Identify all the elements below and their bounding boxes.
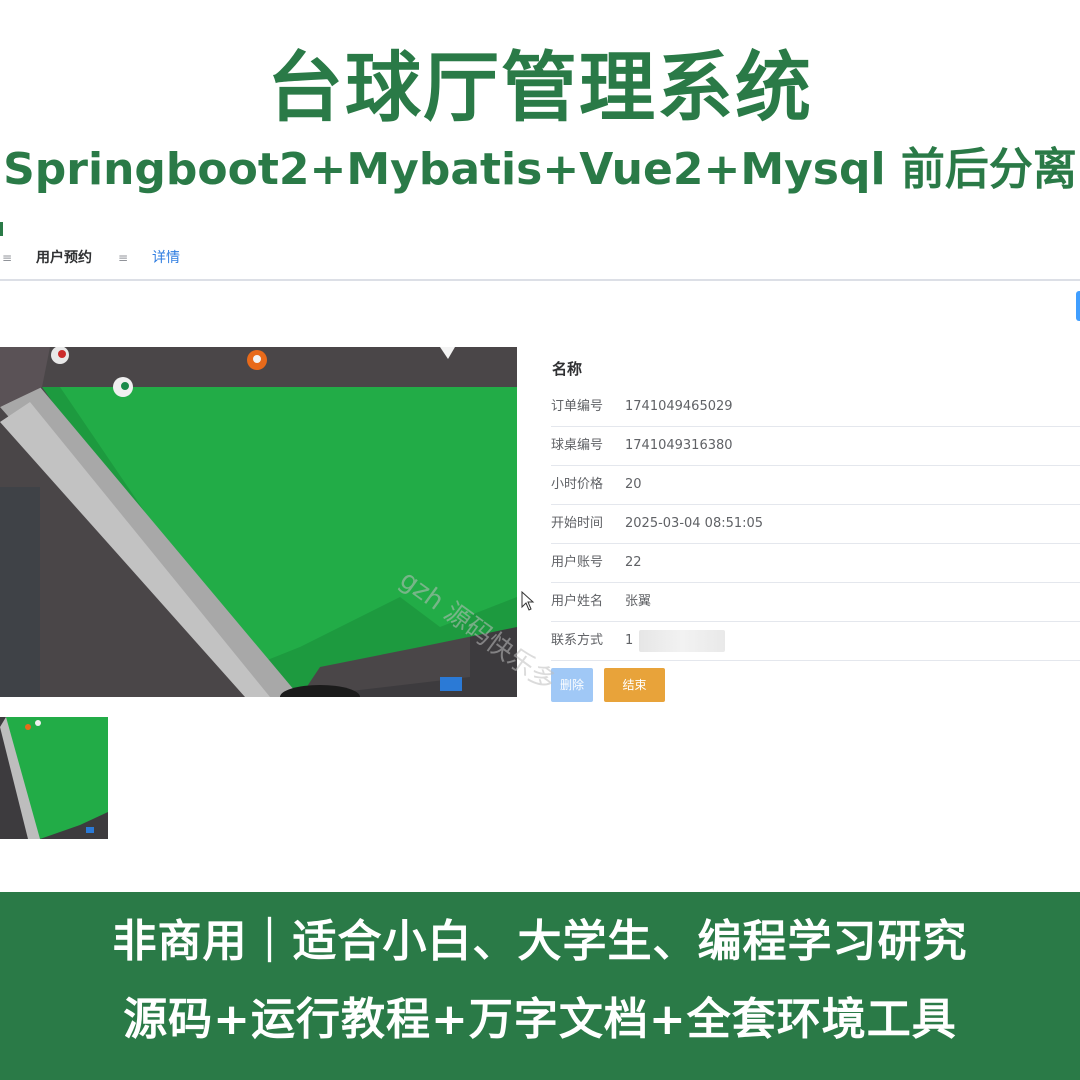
row-label: 球桌编号 <box>551 438 604 453</box>
row-label: 订单编号 <box>551 399 604 414</box>
accent-bar <box>0 222 3 236</box>
detail-row-table-no: 球桌编号 1741049316380 <box>551 427 1080 466</box>
detail-row-contact: 联系方式 1 <box>551 622 1080 661</box>
row-value: 2025-03-04 08:51:05 <box>625 516 764 531</box>
back-button[interactable] <box>1076 291 1080 321</box>
row-value: 1741049316380 <box>625 438 733 453</box>
footer-line-2: 源码+运行教程+万字文档+全套环境工具 <box>123 994 957 1045</box>
row-label: 用户姓名 <box>551 594 604 609</box>
detail-row-user-name: 用户姓名 张翼 <box>551 583 1080 622</box>
detail-panel: 名称 订单编号 1741049465029 球桌编号 1741049316380… <box>551 350 1080 661</box>
menu-handle-icon: ≡ <box>118 251 129 265</box>
table-thumbnail[interactable] <box>0 717 108 839</box>
row-label: 用户账号 <box>551 555 604 570</box>
row-label: 小时价格 <box>551 477 604 492</box>
table-photo <box>0 347 517 697</box>
row-value: 20 <box>625 477 642 492</box>
row-value: 22 <box>625 555 642 570</box>
row-value: 张翼 <box>625 594 652 609</box>
finish-button[interactable]: 结束 <box>604 668 665 702</box>
row-value: 1 <box>625 622 726 660</box>
footer-banner: 非商用｜适合小白、大学生、编程学习研究 源码+运行教程+万字文档+全套环境工具 <box>0 892 1080 1080</box>
tab-details[interactable]: 详情 <box>152 237 180 279</box>
tab-user-reservation[interactable]: 用户预约 <box>36 237 92 279</box>
footer-line-1: 非商用｜适合小白、大学生、编程学习研究 <box>112 916 968 967</box>
detail-title: 名称 <box>552 360 583 378</box>
menu-handle-icon: ≡ <box>2 251 13 265</box>
row-value: 1741049465029 <box>625 399 733 414</box>
contact-value: 1 <box>625 633 634 648</box>
detail-row-hourly-price: 小时价格 20 <box>551 466 1080 505</box>
row-label: 联系方式 <box>551 633 604 648</box>
mouse-cursor-icon <box>521 591 535 611</box>
action-buttons: 删除 结束 <box>551 668 665 702</box>
detail-row-order-no: 订单编号 1741049465029 <box>551 388 1080 427</box>
tab-bar: ≡ 用户预约 ≡ 详情 <box>0 237 1080 281</box>
row-label: 开始时间 <box>551 516 604 531</box>
banner-title: 台球厅管理系统 <box>267 43 813 132</box>
banner-subtitle: Springboot2+Mybatis+Vue2+Mysql 前后分离 <box>3 144 1077 195</box>
redaction-blur <box>639 629 726 652</box>
detail-row-user-account: 用户账号 22 <box>551 544 1080 583</box>
detail-row-start-time: 开始时间 2025-03-04 08:51:05 <box>551 505 1080 544</box>
